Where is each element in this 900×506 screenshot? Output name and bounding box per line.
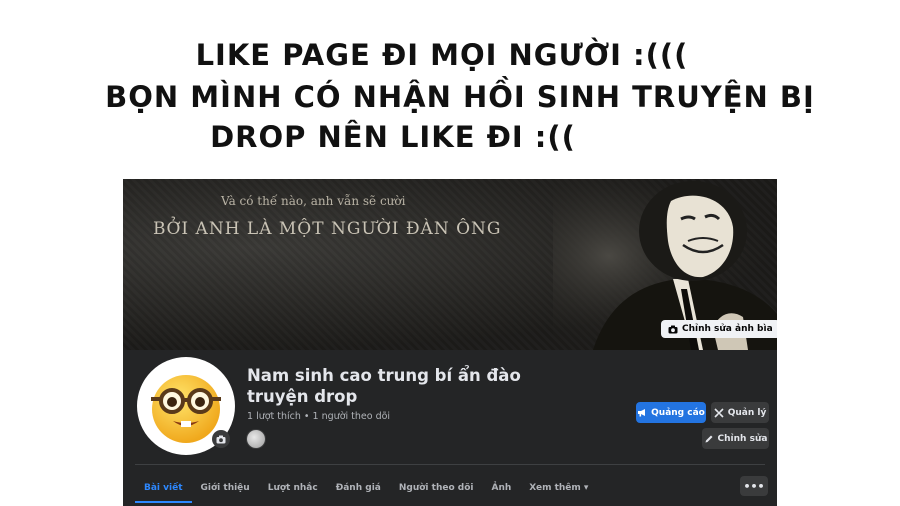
facebook-page-screenshot: Và có thế nào, anh vẫn sẽ cười BỞI ANH L… (123, 179, 777, 506)
page-tabs: Bài viết Giới thiệu Lượt nhắc Đánh giá N… (135, 475, 597, 505)
camera-icon (668, 325, 678, 333)
advertise-button[interactable]: Quảng cáo (636, 402, 706, 423)
edit-page-label: Chỉnh sửa (717, 433, 768, 444)
headline-line-2: BỌN MÌNH CÓ NHẬN HỒI SINH TRUYỆN BỊ (105, 80, 815, 114)
tab-followers[interactable]: Người theo dõi (390, 475, 483, 501)
header-divider (135, 464, 765, 465)
follower-avatar[interactable] (247, 430, 265, 448)
tab-photos[interactable]: Ảnh (482, 475, 520, 501)
tab-see-more[interactable]: Xem thêm ▾ (520, 475, 597, 501)
headline-line-3: DROP NÊN LIKE ĐI :(( (210, 120, 576, 154)
headline-line-1: LIKE PAGE ĐI MỌI NGƯỜI :((( (195, 38, 689, 72)
camera-icon (216, 435, 226, 443)
tab-mentions[interactable]: Lượt nhắc (259, 475, 327, 501)
edit-page-button[interactable]: Chỉnh sửa (702, 428, 769, 449)
more-options-button[interactable]: ••• (740, 476, 768, 496)
tab-reviews[interactable]: Đánh giá (327, 475, 390, 501)
manage-button[interactable]: Quản lý (711, 402, 769, 423)
edit-cover-label: Chỉnh sửa ảnh bìa (682, 324, 773, 334)
manage-icon (714, 407, 724, 418)
cover-subtitle: Và có thế nào, anh vẫn sẽ cười (221, 194, 406, 208)
page-title: Nam sinh cao trung bí ẩn đào truyện drop (247, 366, 521, 406)
update-avatar-button[interactable] (212, 430, 230, 448)
tab-about[interactable]: Giới thiệu (192, 475, 259, 501)
manage-label: Quản lý (727, 407, 767, 418)
page-stats[interactable]: 1 lượt thích • 1 người theo dõi (247, 411, 390, 422)
cover-main-text: BỞI ANH LÀ MỘT NGƯỜI ĐÀN ÔNG (153, 219, 502, 239)
tab-posts[interactable]: Bài viết (135, 475, 192, 503)
advertise-label: Quảng cáo (651, 407, 705, 418)
pencil-icon (705, 435, 713, 442)
edit-cover-photo-button[interactable]: Chỉnh sửa ảnh bìa (661, 320, 777, 338)
cover-photo: Và có thế nào, anh vẫn sẽ cười BỞI ANH L… (123, 179, 777, 350)
megaphone-icon (638, 409, 646, 417)
